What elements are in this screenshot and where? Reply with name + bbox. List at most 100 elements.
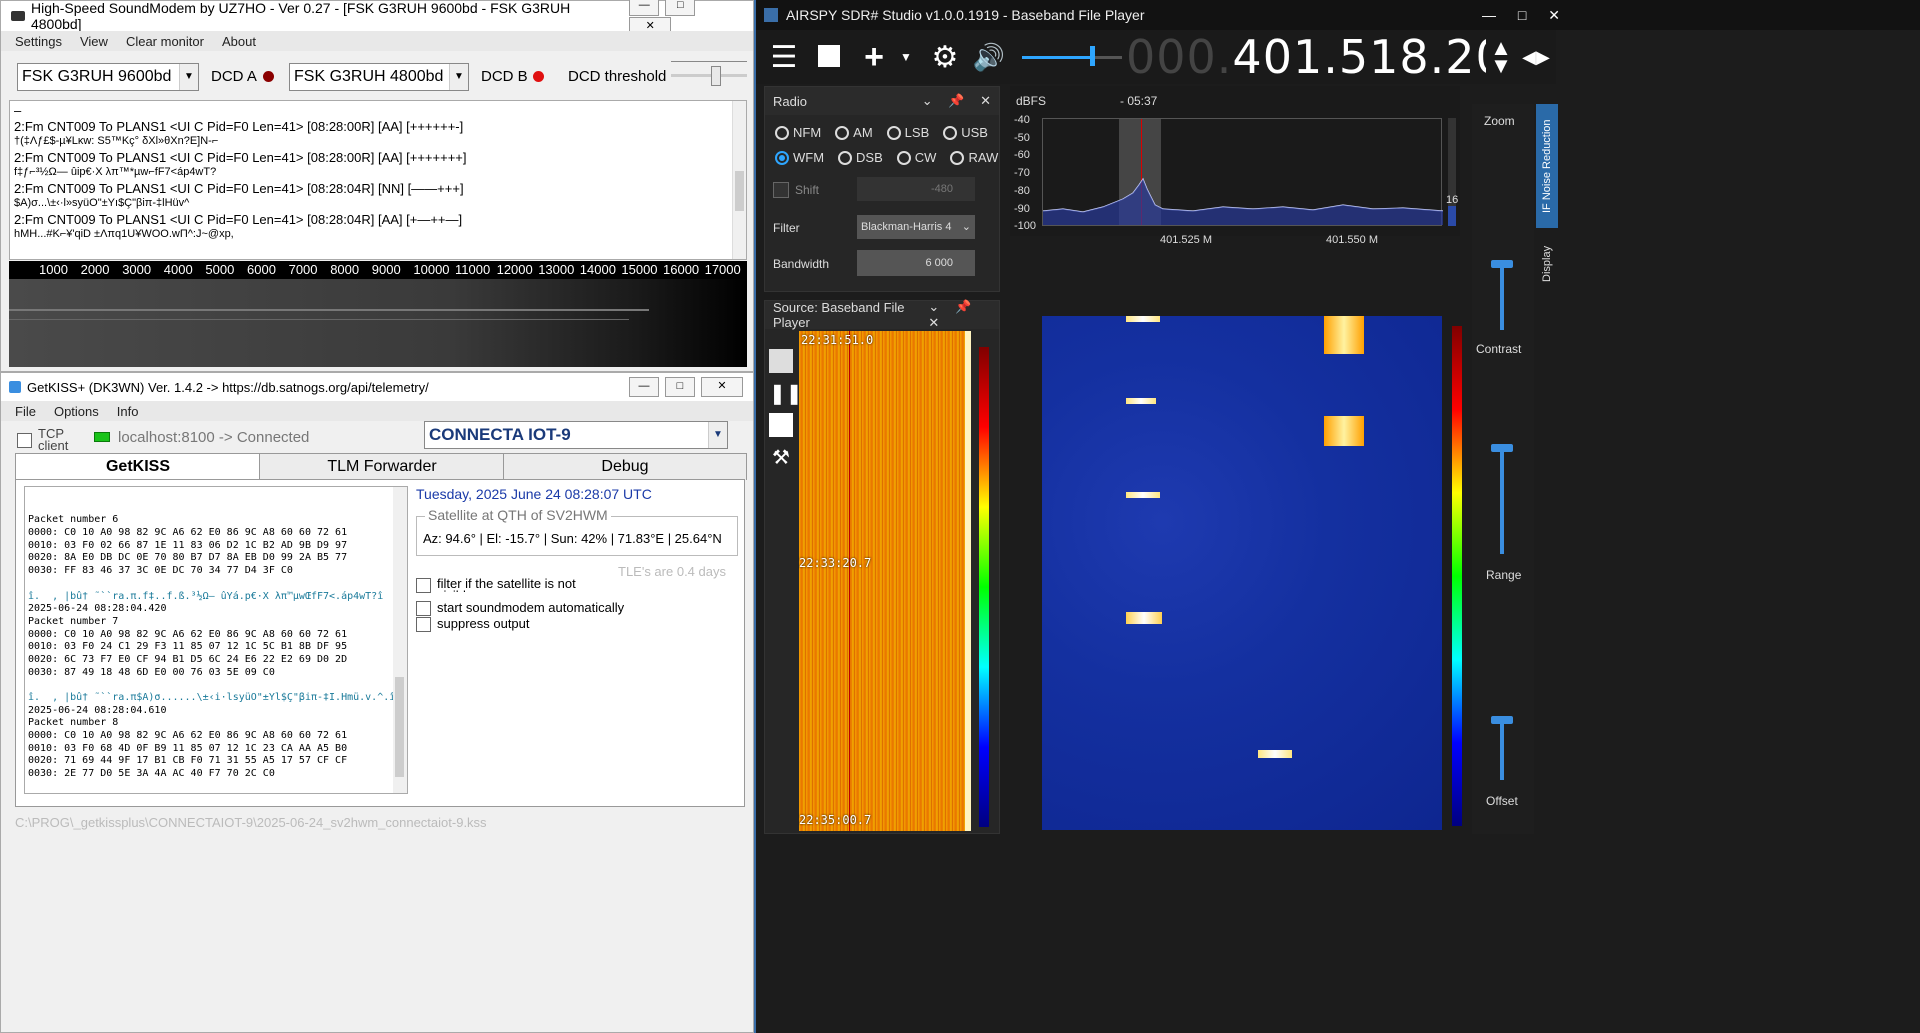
tab-if-noise-reduction[interactable]: IF Noise Reduction bbox=[1536, 104, 1558, 228]
checkbox[interactable] bbox=[416, 578, 431, 593]
soundmodem-titlebar[interactable]: High-Speed SoundModem by UZ7HO - Ver 0.2… bbox=[1, 0, 753, 37]
start-soundmodem-option[interactable]: start soundmodem automatically bbox=[416, 600, 624, 617]
speaker-icon[interactable]: 🔊 bbox=[970, 38, 1008, 76]
mode-dsb[interactable]: DSB bbox=[838, 150, 883, 165]
scroll-thumb[interactable] bbox=[735, 171, 744, 211]
tab-debug[interactable]: Debug bbox=[503, 453, 747, 480]
connection-status: localhost:8100 -> Connected bbox=[118, 429, 310, 446]
sdr-toolbar: ☰ + ▼ ⚙ 🔊 000.401.518.200 ▲▼ ◀▶ bbox=[756, 30, 1556, 84]
mode-wfm[interactable]: WFM bbox=[775, 150, 824, 165]
shift-input[interactable]: -480 bbox=[857, 177, 975, 201]
menu-options[interactable]: Options bbox=[54, 404, 99, 419]
minimize-button[interactable]: — bbox=[629, 377, 659, 397]
menu-settings[interactable]: Settings bbox=[15, 34, 62, 49]
modem-b-select[interactable]: FSK G3RUH 4800bd ▼ bbox=[289, 63, 469, 91]
menu-about[interactable]: About bbox=[222, 34, 256, 49]
packet-scrollbar[interactable] bbox=[393, 487, 407, 793]
tab-tlm-forwarder[interactable]: TLM Forwarder bbox=[259, 453, 505, 480]
open-file-icon[interactable] bbox=[769, 349, 793, 373]
signal-burst bbox=[1324, 416, 1364, 446]
mode-nfm[interactable]: NFM bbox=[775, 125, 821, 140]
freq-tick: 12000 bbox=[496, 262, 533, 277]
volume-slider[interactable] bbox=[1022, 46, 1122, 66]
maximize-button[interactable]: □ bbox=[665, 0, 696, 16]
hamburger-icon[interactable]: ☰ bbox=[766, 38, 802, 76]
tcp-client-checkbox[interactable]: TCP client bbox=[17, 427, 87, 453]
dcd-threshold-slider[interactable] bbox=[671, 61, 747, 87]
range-slider[interactable] bbox=[1491, 716, 1513, 724]
tab-getkiss[interactable]: GetKISS bbox=[15, 453, 261, 480]
pin-icon[interactable]: 📌 bbox=[948, 93, 964, 108]
menu-info[interactable]: Info bbox=[117, 404, 139, 419]
checkbox[interactable] bbox=[17, 432, 32, 448]
tools-icon[interactable]: ⚒ bbox=[769, 445, 793, 469]
add-icon[interactable]: + bbox=[856, 38, 892, 76]
signal-burst bbox=[1126, 492, 1160, 498]
filter-select[interactable]: Blackman-Harris 4 ⌄ bbox=[857, 215, 975, 239]
mode-raw[interactable]: RAW bbox=[950, 150, 998, 165]
tuning-step-icon[interactable]: ▲ ▼ bbox=[1486, 37, 1516, 77]
suppress-output-option[interactable]: suppress output bbox=[416, 616, 530, 633]
minimize-button[interactable]: — bbox=[629, 0, 660, 16]
maximize-button[interactable]: □ bbox=[665, 377, 695, 397]
mode-lsb[interactable]: LSB bbox=[886, 125, 929, 140]
contrast-label: Contrast bbox=[1476, 342, 1522, 356]
chevron-down-icon[interactable]: ▼ bbox=[900, 50, 912, 64]
close-button[interactable]: ✕ bbox=[701, 377, 743, 397]
gear-icon[interactable]: ⚙ bbox=[926, 38, 964, 76]
filter-visible-option[interactable]: filter if the satellite is not visible bbox=[416, 578, 597, 593]
pause-icon[interactable]: ❚❚ bbox=[769, 381, 803, 405]
zoom-slider[interactable] bbox=[1491, 260, 1513, 268]
checkbox[interactable] bbox=[416, 617, 431, 633]
close-icon[interactable]: ✕ bbox=[980, 93, 991, 108]
close-icon[interactable]: ✕ bbox=[928, 315, 939, 330]
menu-clear-monitor[interactable]: Clear monitor bbox=[126, 34, 204, 49]
bandwidth-input[interactable]: 6 000 bbox=[857, 250, 975, 276]
qth-group-title: Satellite at QTH of SV2HWM bbox=[425, 507, 611, 523]
freq-label: 401.550 M bbox=[1326, 234, 1378, 246]
freq-tick: 8000 bbox=[330, 262, 360, 277]
packet-line: 0020: 6C 73 F7 E0 CF 94 B1 D5 6C 24 E6 2… bbox=[28, 653, 348, 665]
minimize-button[interactable]: — bbox=[1482, 7, 1496, 23]
shift-checkbox[interactable]: Shift bbox=[773, 182, 819, 198]
freq-tick: 14000 bbox=[579, 262, 616, 277]
modem-a-select[interactable]: FSK G3RUH 9600bd ▼ bbox=[17, 63, 199, 91]
satellite-select[interactable]: CONNECTA IOT-9 ▼ bbox=[424, 421, 728, 449]
getkiss-titlebar[interactable]: GetKISS+ (DK3WN) Ver. 1.4.2 -> https://d… bbox=[1, 373, 753, 401]
frequency-value: 401.518.200 bbox=[1232, 30, 1486, 84]
chevron-down-icon[interactable]: ⌄ bbox=[922, 93, 933, 108]
frequency-display[interactable]: 000.401.518.200 bbox=[1126, 30, 1486, 84]
packet-line: 2025-06-24 08:28:04.420 bbox=[28, 603, 167, 615]
tab-content: Packet number 6 0000: C0 10 A0 98 82 9C A… bbox=[15, 479, 745, 807]
mode-label: NFM bbox=[793, 125, 822, 140]
mode-am[interactable]: AM bbox=[835, 125, 873, 140]
arrows-icon[interactable]: ◀▶ bbox=[1518, 38, 1554, 76]
tcp-client-label: TCP client bbox=[38, 426, 69, 453]
stop-icon[interactable] bbox=[769, 413, 793, 437]
close-button[interactable]: ✕ bbox=[1548, 7, 1560, 23]
chevron-down-icon[interactable]: ⌄ bbox=[928, 299, 939, 314]
radio-dot bbox=[886, 125, 901, 140]
menu-view[interactable]: View bbox=[80, 34, 108, 49]
mode-label: DSB bbox=[856, 150, 883, 165]
mode-usb[interactable]: USB bbox=[943, 125, 988, 140]
checkbox[interactable] bbox=[416, 601, 431, 617]
slider-thumb[interactable] bbox=[711, 66, 721, 86]
menu-file[interactable]: File bbox=[15, 404, 36, 419]
monitor-scrollbar[interactable] bbox=[732, 101, 746, 259]
mode-cw[interactable]: CW bbox=[896, 150, 936, 165]
slider-thumb[interactable] bbox=[1090, 46, 1095, 66]
contrast-slider[interactable] bbox=[1491, 444, 1513, 452]
monitor-text: – 2:Fm CNT009 To PLANS1 <UI C Pid=F0 Len… bbox=[9, 100, 747, 260]
maximize-button[interactable]: □ bbox=[1518, 7, 1526, 23]
stop-button[interactable] bbox=[818, 45, 840, 67]
tab-display[interactable]: Display bbox=[1536, 234, 1558, 294]
scroll-thumb[interactable] bbox=[395, 677, 404, 777]
pin-icon[interactable]: 📌 bbox=[955, 299, 971, 314]
db-tick: -50 bbox=[1014, 131, 1030, 144]
sdr-titlebar[interactable]: AIRSPY SDR# Studio v1.0.0.1919 - Baseban… bbox=[756, 0, 1920, 30]
mode-label: RAW bbox=[968, 150, 999, 165]
modem-b-value: FSK G3RUH 4800bd bbox=[294, 68, 444, 85]
radio-dot bbox=[838, 150, 853, 165]
monitor-line: hMH...#K⌐¥'qiD ±Λπq1U¥WOO.wΠ^:J~@xp, bbox=[14, 228, 234, 240]
